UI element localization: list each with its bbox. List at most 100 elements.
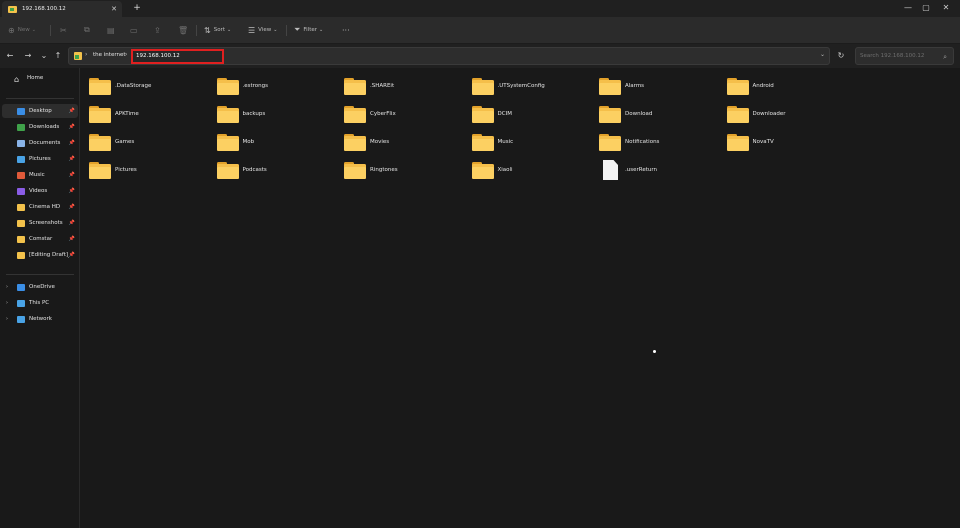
sidebar-item-videos[interactable]: Videos 📌 xyxy=(2,184,78,198)
refresh-button[interactable]: ↻ xyxy=(835,50,847,62)
folder-icon xyxy=(17,251,25,259)
folder-item[interactable]: Music xyxy=(464,130,584,154)
folder-item[interactable]: Notifications xyxy=(591,130,711,154)
copy-button[interactable]: ⧉ xyxy=(84,23,93,37)
filter-icon: ⏷ xyxy=(294,25,301,34)
folder-item[interactable]: backups xyxy=(209,102,329,126)
folder-item[interactable]: Games xyxy=(81,130,201,154)
new-button[interactable]: ⊕ New ⌄ xyxy=(8,23,36,37)
sidebar-item-network[interactable]: › Network xyxy=(2,312,78,326)
folder-item[interactable]: Download xyxy=(591,102,711,126)
sidebar-item-label: Screenshots xyxy=(29,220,63,226)
folder-item[interactable]: Pictures xyxy=(81,158,201,182)
share-button[interactable]: ⇪ xyxy=(154,23,164,37)
address-history-dropdown[interactable]: ⌄ xyxy=(820,51,825,58)
item-name: Ringtones xyxy=(370,167,398,173)
close-tab-icon[interactable]: ✕ xyxy=(109,5,119,13)
chevron-down-icon: ⌄ xyxy=(31,27,36,33)
sidebar-item-downloads[interactable]: Downloads 📌 xyxy=(2,120,78,134)
divider xyxy=(6,274,74,275)
address-input[interactable]: 192.168.100.12 xyxy=(131,49,224,64)
forward-button[interactable]: → xyxy=(22,50,34,62)
address-bar[interactable]: › the internet › 192.168.100.12 ⌄ xyxy=(68,47,830,65)
sidebar-item-label: Cinema HD xyxy=(29,204,61,210)
sidebar-item-home[interactable]: ⌂ Home xyxy=(2,71,78,85)
paste-button[interactable]: ▤ xyxy=(107,23,118,37)
sidebar-item-label: This PC xyxy=(29,300,50,306)
pin-icon: 📌 xyxy=(68,172,75,178)
folder-icon xyxy=(216,105,239,123)
folder-icon xyxy=(17,203,25,211)
recent-locations-button[interactable]: ⌄ xyxy=(38,50,50,62)
folder-icon xyxy=(599,105,621,123)
rename-button[interactable]: ▭ xyxy=(130,23,141,37)
sidebar-item-documents[interactable]: Documents 📌 xyxy=(2,136,78,150)
item-name: .SHAREit xyxy=(370,83,395,89)
sidebar-item-label: Desktop xyxy=(29,108,52,114)
folder-item[interactable]: DCIM xyxy=(464,102,584,126)
tab-current[interactable]: 192.168.100.12 ✕ xyxy=(2,1,122,17)
folder-item[interactable]: Movies xyxy=(336,130,456,154)
chevron-right-icon[interactable]: › xyxy=(2,284,12,290)
folder-item[interactable]: Podcasts xyxy=(209,158,329,182)
sidebar-item-label: Downloads xyxy=(29,124,60,130)
new-tab-button[interactable]: + xyxy=(131,2,143,14)
breadcrumb-the-internet[interactable]: the internet xyxy=(93,52,126,58)
folder-item[interactable]: Xiaoli xyxy=(464,158,584,182)
folder-item[interactable]: Ringtones xyxy=(336,158,456,182)
folder-item[interactable]: .UTSystemConfig xyxy=(464,74,584,98)
sidebar-item-this-pc[interactable]: › This PC xyxy=(2,296,78,310)
filter-button[interactable]: ⏷ Filter ⌄ xyxy=(294,23,323,37)
file-list: .DataStorage .estrongs .SHAREit .UTSystemCo… xyxy=(81,68,960,528)
sidebar-item-editing-draft-es-fi[interactable]: [Editing Draft]_ES Fi📌 xyxy=(2,248,78,262)
navigation-pane: ⌂ Home Desktop 📌 Downloads 📌 Documents 📌 Pictu… xyxy=(0,68,80,528)
file-item[interactable]: .userReturn xyxy=(591,158,711,182)
sidebar-item-music[interactable]: Music 📌 xyxy=(2,168,78,182)
delete-button[interactable]: 🗑 xyxy=(178,23,191,37)
folder-item[interactable]: NovaTV xyxy=(719,130,839,154)
divider xyxy=(196,25,197,36)
up-button[interactable]: ↑ xyxy=(52,50,64,62)
folder-item[interactable]: Downloader xyxy=(719,102,839,126)
back-button[interactable]: ← xyxy=(4,50,16,62)
sort-button[interactable]: ⇅ Sort ⌄ xyxy=(204,23,231,37)
folder-icon xyxy=(17,219,25,227)
search-box[interactable]: Search 192.168.100.12 ⌕ xyxy=(855,47,954,65)
sidebar-item-desktop[interactable]: Desktop 📌 xyxy=(2,104,78,118)
chevron-right-icon: › xyxy=(85,51,88,58)
folder-item[interactable]: Alarms xyxy=(591,74,711,98)
folder-icon xyxy=(599,77,621,95)
close-window-button[interactable]: ✕ xyxy=(934,0,958,17)
trash-icon: 🗑 xyxy=(178,25,189,35)
folder-item[interactable]: Android xyxy=(719,74,839,98)
sidebar-item-onedrive[interactable]: › OneDrive xyxy=(2,280,78,294)
location-icon xyxy=(17,299,25,307)
item-name: backups xyxy=(242,111,266,117)
folder-item[interactable]: CyberFlix xyxy=(336,102,456,126)
share-icon: ⇪ xyxy=(154,25,161,35)
view-icon: ☰ xyxy=(248,25,256,35)
folder-icon xyxy=(726,133,749,151)
chevron-down-icon: ⌄ xyxy=(273,27,278,33)
view-button[interactable]: ☰ View ⌄ xyxy=(248,23,277,37)
folder-icon xyxy=(471,133,494,151)
item-name: .estrongs xyxy=(242,83,269,89)
folder-item[interactable]: .estrongs xyxy=(209,74,329,98)
chevron-right-icon[interactable]: › xyxy=(2,316,12,322)
sidebar-item-cinema-hd[interactable]: Cinema HD 📌 xyxy=(2,200,78,214)
sidebar-item-comstar[interactable]: Comstar 📌 xyxy=(2,232,78,246)
item-name: Xiaoli xyxy=(497,167,513,173)
search-placeholder: Search 192.168.100.12 xyxy=(860,53,925,59)
folder-item[interactable]: .SHAREit xyxy=(336,74,456,98)
cut-button[interactable]: ✂ xyxy=(60,23,70,37)
item-name: Games xyxy=(115,139,135,145)
scissors-icon: ✂ xyxy=(60,25,67,35)
chevron-right-icon[interactable]: › xyxy=(2,300,12,306)
folder-icon xyxy=(471,105,494,123)
sidebar-item-screenshots[interactable]: Screenshots 📌 xyxy=(2,216,78,230)
folder-item[interactable]: .DataStorage xyxy=(81,74,201,98)
sidebar-item-pictures[interactable]: Pictures 📌 xyxy=(2,152,78,166)
folder-item[interactable]: Mob xyxy=(209,130,329,154)
more-options-button[interactable]: ··· xyxy=(342,23,350,37)
folder-item[interactable]: APKTime xyxy=(81,102,201,126)
